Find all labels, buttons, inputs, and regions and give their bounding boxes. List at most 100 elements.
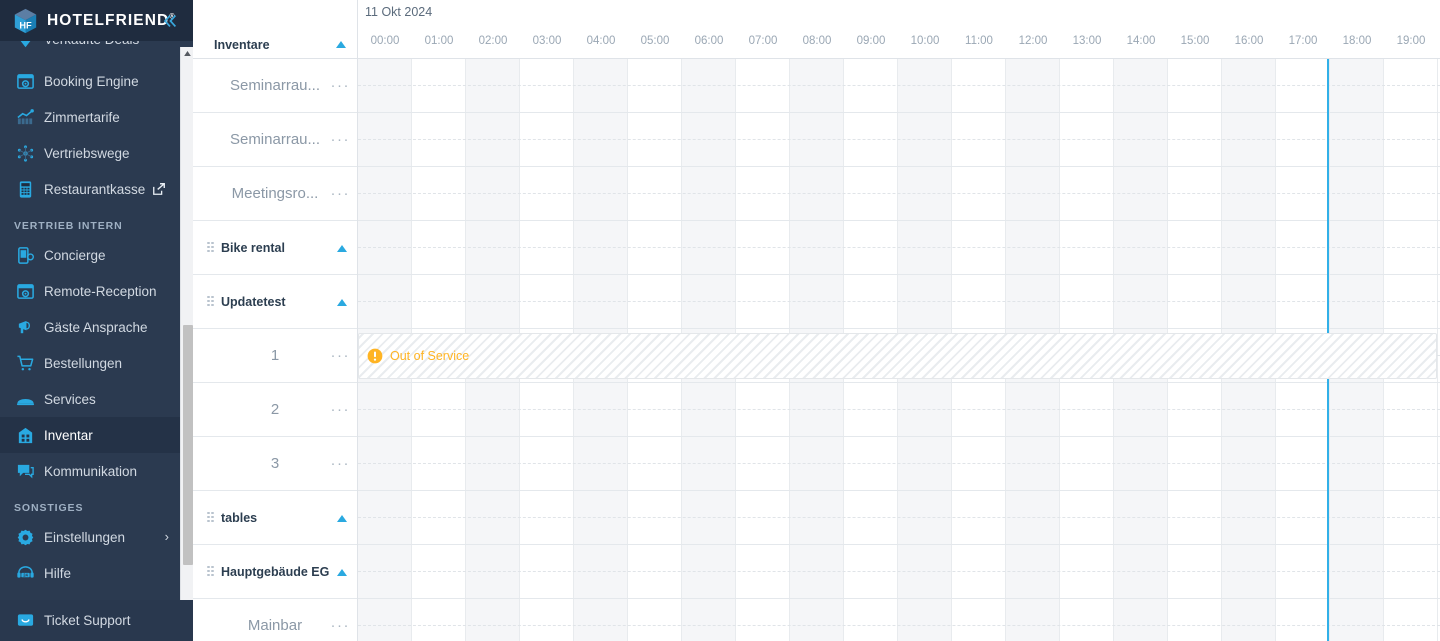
timeline-date-label: 11 Okt 2024 (365, 5, 433, 19)
inventory-grid-icon (14, 424, 36, 446)
row-header-item[interactable]: Seminarrau... ··· (193, 59, 357, 113)
sidebar-item-label: Ticket Support (44, 613, 131, 628)
scrollbar-thumb[interactable] (183, 325, 193, 565)
sidebar-item-label: Gäste Ansprache (44, 319, 148, 335)
row-midline (358, 247, 1440, 248)
hour-label: 03:00 (532, 35, 562, 47)
grid-row[interactable] (358, 545, 1440, 599)
sidebar-item-verkaufte-deals[interactable]: Verkaufte Deals (0, 41, 193, 63)
row-header-item[interactable]: 2 ··· (193, 383, 357, 437)
sidebar-item-concierge[interactable]: Concierge (0, 237, 193, 273)
sidebar-item-kommunikation[interactable]: Kommunikation (0, 453, 193, 489)
grid-row[interactable] (358, 221, 1440, 275)
drag-handle-icon[interactable] (207, 511, 215, 524)
grid-row[interactable] (358, 59, 1440, 113)
hour-label: 09:00 (856, 35, 886, 47)
kebab-menu-icon[interactable]: ··· (331, 77, 351, 94)
sidebar-nav-scroll[interactable]: Verkaufte Deals Booking Engine (0, 41, 193, 600)
hour-label: 14:00 (1126, 35, 1156, 47)
hour-label: 10:00 (910, 35, 940, 47)
sidebar-item-booking-engine[interactable]: Booking Engine (0, 63, 193, 99)
sidebar-item-inventar[interactable]: Inventar (0, 417, 193, 453)
kebab-menu-icon[interactable]: ··· (331, 401, 351, 418)
gear-icon (14, 526, 36, 548)
caret-up-icon[interactable] (336, 514, 348, 523)
sidebar-item-label: Remote-Reception (44, 283, 157, 299)
main-sidebar: HF HOTELFRIEND® Verkaufte Deals (0, 0, 193, 641)
row-header-group[interactable]: Updatetest (193, 275, 357, 329)
sidebar-item-ticket-support[interactable]: Ticket Support (0, 600, 193, 641)
caret-up-icon[interactable] (336, 568, 348, 577)
kebab-menu-icon[interactable]: ··· (331, 347, 351, 364)
grid-row[interactable] (358, 491, 1440, 545)
scrollbar-up-arrow[interactable] (181, 47, 193, 60)
grid-row[interactable] (358, 383, 1440, 437)
row-header-item[interactable]: Meetingsro... ··· (193, 167, 357, 221)
row-header-group[interactable]: Hauptgebäude EG (193, 545, 357, 599)
timeline-grid[interactable]: Out of Service (358, 59, 1440, 641)
row-header-item[interactable]: 1 ··· (193, 329, 357, 383)
sidebar-item-services[interactable]: Services (0, 381, 193, 417)
kebab-menu-icon[interactable]: ··· (331, 617, 351, 634)
brand-header: HF HOTELFRIEND® (0, 0, 193, 41)
sidebar-item-vertriebswege[interactable]: Vertriebswege (0, 135, 193, 171)
grid-row[interactable] (358, 167, 1440, 221)
hour-label: 17:00 (1288, 35, 1318, 47)
chevron-double-left-icon[interactable] (161, 12, 179, 30)
drag-handle-icon[interactable] (207, 295, 215, 308)
row-header-item[interactable]: 3 ··· (193, 437, 357, 491)
sidebar-item-label: Kommunikation (44, 463, 138, 479)
chat-bubble-icon (14, 460, 36, 482)
grid-row[interactable] (358, 437, 1440, 491)
inventory-calendar-app: HF HOTELFRIEND® Verkaufte Deals (0, 0, 1440, 641)
hour-label: 05:00 (640, 35, 670, 47)
caret-up-icon[interactable] (336, 244, 348, 253)
svg-text:HF: HF (19, 20, 32, 30)
row-header-item[interactable]: Mainbar ··· (193, 599, 357, 641)
sidebar-item-label: Hilfe (44, 565, 72, 581)
network-nodes-icon (14, 142, 36, 164)
sidebar-item-restaurantkasse[interactable]: Restaurantkasse (0, 171, 193, 207)
caret-up-icon[interactable] (336, 298, 348, 307)
grid-row[interactable] (358, 275, 1440, 329)
row-midline (358, 463, 1440, 464)
sidebar-item-zimmertarife[interactable]: Zimmertarife (0, 99, 193, 135)
sidebar-item-hilfe[interactable]: 24 Hilfe (0, 555, 193, 591)
timeline-header: Inventare 11 Okt 2024 00:00 01:00 02:00 03:… (193, 0, 1440, 59)
row-label: Bike rental (221, 240, 285, 255)
kebab-menu-icon[interactable]: ··· (331, 131, 351, 148)
row-header-group[interactable]: Bike rental (193, 221, 357, 275)
booking-engine-icon (14, 70, 36, 92)
sidebar-item-gaeste-ansprache[interactable]: Gäste Ansprache (0, 309, 193, 345)
sidebar-item-label: Einstellungen (44, 529, 126, 545)
grid-row[interactable] (358, 599, 1440, 641)
hour-label-row: 00:00 01:00 02:00 03:00 04:00 05:00 06:00 07:00… (358, 35, 1440, 59)
sidebar-item-label: Services (44, 391, 96, 407)
sidebar-item-label: Inventar (44, 427, 93, 443)
caret-up-icon[interactable] (335, 40, 347, 49)
row-label: Meetingsro... (231, 185, 319, 202)
grid-row[interactable] (358, 113, 1440, 167)
hour-label: 08:00 (802, 35, 832, 47)
brand-name: HOTELFRIEND® (47, 11, 175, 29)
sidebar-item-einstellungen[interactable]: Einstellungen › (0, 519, 193, 555)
timeline-corner-cell: Inventare (193, 0, 358, 59)
drag-handle-icon[interactable] (207, 241, 215, 254)
tag-icon (14, 41, 36, 53)
out-of-service-event[interactable]: Out of Service (358, 333, 1437, 379)
row-header-item[interactable]: Seminarrau... ··· (193, 113, 357, 167)
kebab-menu-icon[interactable]: ··· (331, 185, 351, 202)
sidebar-section-sonstiges: SONSTIGES (14, 502, 84, 514)
sidebar-item-label: Vertriebswege (44, 145, 130, 161)
timeline-body[interactable]: Out of Service Seminarrau... ··· Seminarra… (193, 59, 1440, 641)
hour-label: 11:00 (965, 35, 993, 47)
hour-label: 00:00 (370, 35, 400, 47)
row-header-group[interactable]: tables (193, 491, 357, 545)
kebab-menu-icon[interactable]: ··· (331, 455, 351, 472)
row-label: 1 (270, 347, 280, 364)
sidebar-item-bestellungen[interactable]: Bestellungen (0, 345, 193, 381)
sidebar-item-remote-reception[interactable]: Remote-Reception (0, 273, 193, 309)
sidebar-scrollbar[interactable] (180, 47, 193, 614)
hour-label: 04:00 (586, 35, 616, 47)
drag-handle-icon[interactable] (207, 565, 215, 578)
